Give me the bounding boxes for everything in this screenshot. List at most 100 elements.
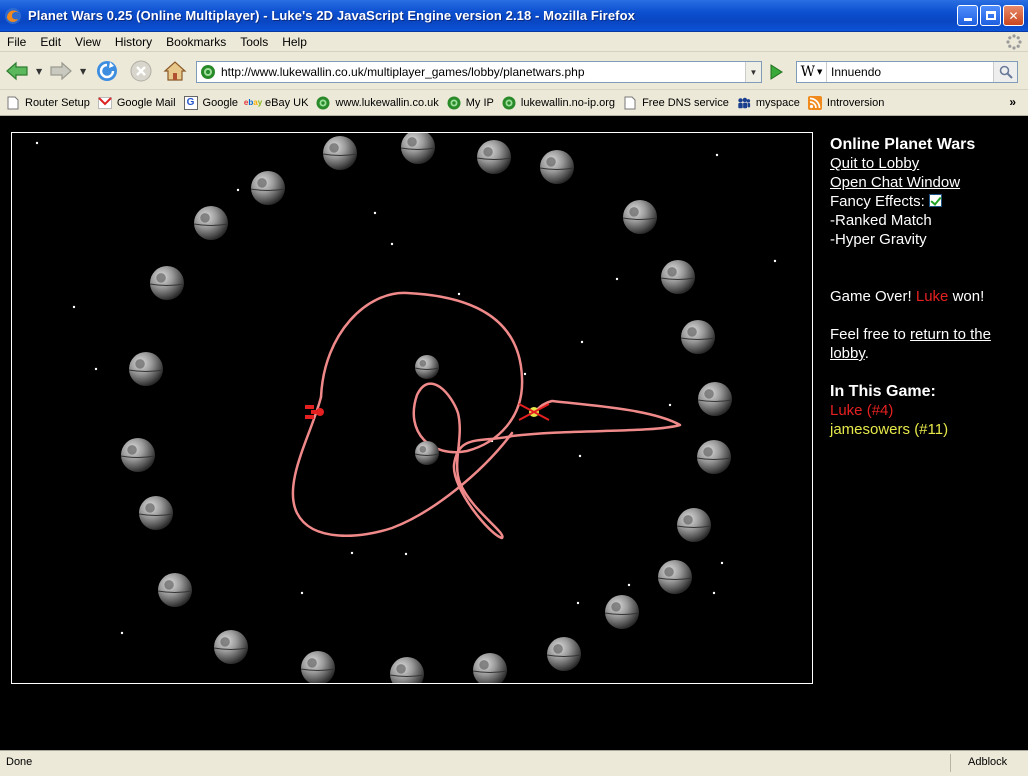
star — [35, 141, 39, 145]
bookmark-google[interactable]: G Google — [183, 95, 238, 110]
bookmark-label: lukewallin.no-ip.org — [520, 96, 616, 109]
menu-history[interactable]: History — [108, 35, 159, 49]
bookmark-label: eBay UK — [265, 96, 309, 109]
winner-name: Luke — [915, 288, 949, 305]
planet — [676, 508, 712, 542]
restore-icon — [985, 11, 996, 20]
engine-dropdown-icon: ▼ — [817, 68, 823, 76]
return-to-lobby-link-2[interactable]: lobby — [830, 345, 865, 362]
back-button[interactable] — [4, 58, 30, 84]
menu-edit[interactable]: Edit — [33, 35, 68, 49]
home-button[interactable] — [162, 58, 188, 84]
close-icon: ✕ — [1008, 8, 1019, 23]
star — [720, 561, 724, 565]
planet — [400, 133, 436, 164]
star — [576, 601, 580, 605]
search-input[interactable]: Innuendo — [831, 65, 881, 79]
menu-file[interactable]: File — [0, 35, 33, 49]
game-canvas[interactable] — [11, 132, 813, 684]
bookmark-no-ip[interactable]: lukewallin.no-ip.org — [502, 96, 615, 110]
planet — [476, 140, 512, 174]
forward-arrow-icon — [50, 61, 72, 81]
forward-button[interactable] — [48, 58, 74, 84]
option-ranked-match: -Ranked Match — [830, 212, 932, 229]
bookmark-ebay-uk[interactable]: ebay eBay UK — [244, 96, 309, 110]
window-titlebar[interactable]: Planet Wars 0.25 (Online Multiplayer) - … — [0, 0, 1028, 32]
address-bar[interactable]: http://www.lukewallin.co.uk/multiplayer_… — [196, 61, 762, 83]
menu-view[interactable]: View — [68, 35, 108, 49]
bookmark-my-ip[interactable]: My IP — [447, 96, 494, 110]
planet — [660, 260, 696, 294]
bookmarks-overflow-chevron-icon[interactable]: » — [1009, 95, 1016, 109]
reload-button[interactable] — [94, 58, 120, 84]
open-chat-window-link[interactable]: Open Chat Window — [830, 174, 960, 191]
page-icon — [6, 96, 20, 110]
bookmark-free-dns[interactable]: Free DNS service — [623, 96, 729, 110]
quit-to-lobby-link[interactable]: Quit to Lobby — [830, 155, 919, 172]
bookmark-label: Free DNS service — [642, 96, 729, 109]
game-over-suffix: won! — [952, 288, 985, 305]
bookmark-label: www.lukewallin.co.uk — [335, 96, 439, 109]
menu-help[interactable]: Help — [275, 35, 314, 49]
bookmark-label: myspace — [755, 96, 800, 109]
firefox-icon — [5, 7, 21, 24]
adblock-button[interactable]: Adblock — [968, 756, 1007, 768]
status-separator — [950, 754, 951, 772]
planet — [128, 352, 164, 386]
bookmark-introversion[interactable]: Introversion — [807, 95, 884, 110]
star — [578, 454, 582, 458]
go-arrow-icon — [770, 64, 783, 80]
star — [94, 367, 98, 371]
planet — [193, 206, 229, 240]
home-icon — [163, 61, 187, 81]
search-box[interactable]: W ▼ Innuendo — [796, 61, 1018, 83]
google-icon: G — [183, 95, 198, 110]
address-text: http://www.lukewallin.co.uk/multiplayer_… — [221, 65, 585, 79]
menu-bookmarks[interactable]: Bookmarks — [159, 35, 233, 49]
bookmark-lukewallin[interactable]: www.lukewallin.co.uk — [316, 96, 439, 110]
return-to-lobby-link-1[interactable]: return to the — [910, 326, 991, 343]
maximize-button[interactable] — [980, 5, 1001, 26]
planet — [696, 440, 732, 474]
projectile-trail-loop — [291, 395, 514, 537]
planet — [414, 441, 440, 465]
star — [457, 292, 461, 296]
planet — [157, 573, 193, 607]
return-message: Feel free to return to the lobby. — [830, 325, 1020, 363]
menu-tools[interactable]: Tools — [233, 35, 275, 49]
planet — [120, 438, 156, 472]
minimize-button[interactable] — [957, 5, 978, 26]
close-button[interactable]: ✕ — [1003, 5, 1024, 26]
stop-icon — [130, 60, 152, 82]
player-jamesowers: jamesowers (#11) — [830, 421, 949, 438]
throbber-icon — [1006, 34, 1022, 50]
star — [120, 631, 124, 635]
player-luke: Luke (#4) — [830, 402, 894, 419]
star — [390, 242, 394, 246]
myspace-icon — [737, 96, 751, 110]
planet — [149, 266, 185, 300]
game-field[interactable] — [12, 133, 813, 684]
address-history-dropdown[interactable]: ▼ — [745, 62, 761, 82]
star — [300, 591, 304, 595]
go-button[interactable] — [765, 61, 787, 83]
gmail-icon — [97, 96, 112, 110]
rss-icon — [807, 95, 822, 110]
bookmark-router-setup[interactable]: Router Setup — [6, 96, 90, 110]
stop-button[interactable] — [128, 58, 154, 84]
fancy-effects-checkbox[interactable] — [928, 194, 942, 207]
search-button[interactable] — [993, 62, 1017, 82]
planet — [697, 382, 733, 416]
site-icon — [316, 96, 330, 110]
game-title: Online Planet Wars — [830, 136, 976, 153]
forward-history-dropdown[interactable]: ▼ — [80, 67, 86, 76]
page-icon — [623, 96, 637, 110]
star — [773, 259, 777, 263]
search-engine-selector[interactable]: W ▼ — [797, 62, 827, 82]
bookmark-myspace[interactable]: myspace — [737, 96, 800, 110]
back-history-dropdown[interactable]: ▼ — [36, 67, 42, 76]
bookmark-label: Google Mail — [116, 96, 176, 109]
bookmark-google-mail[interactable]: Google Mail — [97, 96, 176, 110]
star — [627, 583, 631, 587]
planet — [300, 651, 336, 683]
